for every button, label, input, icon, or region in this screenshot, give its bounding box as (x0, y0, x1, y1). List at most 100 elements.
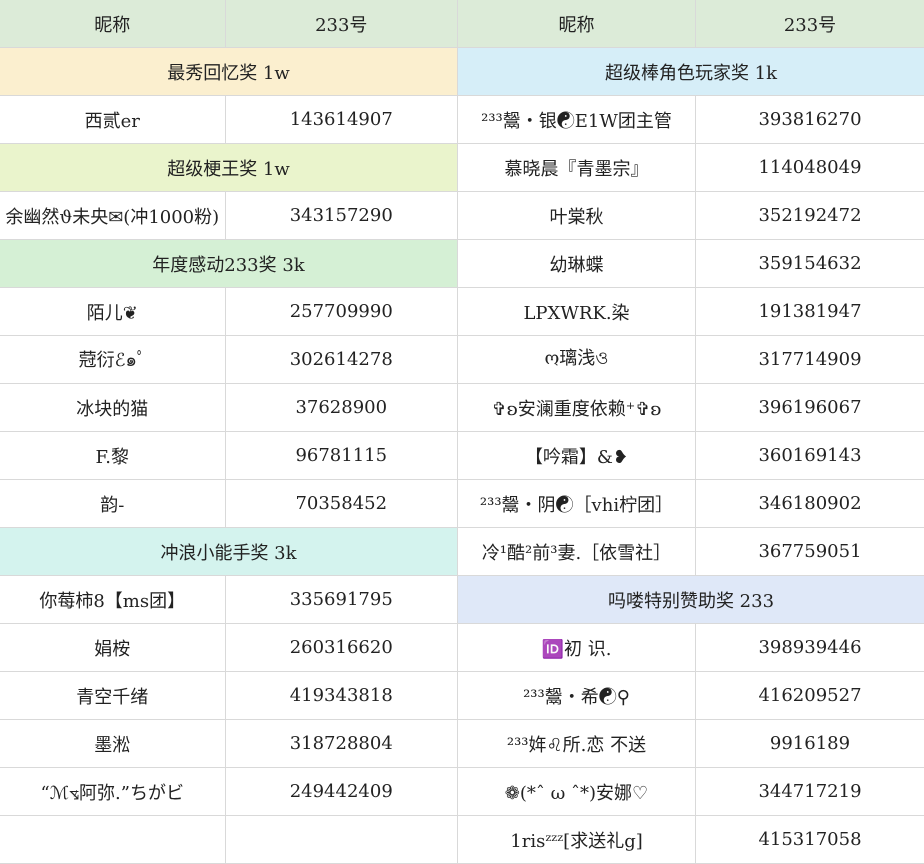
table-row: 你莓柿8【ms团】 335691795 (0, 576, 457, 624)
nickname-cell[interactable]: LPXWRK.染 (458, 288, 696, 335)
award-title[interactable]: 吗喽特别赞助奖 233 (458, 576, 924, 623)
id-cell[interactable]: 360169143 (696, 432, 924, 479)
table-row: 【吟霜】&❥ 360169143 (458, 432, 924, 480)
award-row: 吗喽特别赞助奖 233 (458, 576, 924, 624)
award-title[interactable]: 年度感动233奖 3k (0, 240, 457, 287)
nickname-cell[interactable]: 冰块的猫 (0, 384, 226, 431)
nickname-cell[interactable]: 陌儿❦ (0, 288, 226, 335)
nickname-cell[interactable]: “ℳ⦪阿弥.”ちがビ (0, 768, 226, 815)
table-row (0, 816, 457, 864)
nickname-cell[interactable]: 幼琳蝶 (458, 240, 696, 287)
id-cell[interactable]: 257709990 (226, 288, 458, 335)
right-header-row: 昵称 233号 (458, 0, 924, 48)
nickname-cell[interactable]: ²³³姩♌︎所.恋 不送 (458, 720, 696, 767)
id-cell[interactable]: 9916189 (696, 720, 924, 767)
nickname-cell[interactable]: ❁(*ˆ ω ˆ*)安娜♡ (458, 768, 696, 815)
nickname-cell[interactable]: 蒄衍ℰ๑ﾟ (0, 336, 226, 383)
nickname-cell[interactable]: 娟桉 (0, 624, 226, 671)
table-row: 余幽然ϑ未央✉(冲1000粉) 343157290 (0, 192, 457, 240)
table-row: 幼琳蝶 359154632 (458, 240, 924, 288)
nickname-cell[interactable]: 西贰er (0, 96, 226, 143)
table-row: ❁(*ˆ ω ˆ*)安娜♡ 344717219 (458, 768, 924, 816)
table-row: 🆔初 识. 398939446 (458, 624, 924, 672)
table-row: 1risᶻᶻᶻ[求送礼g] 415317058 (458, 816, 924, 864)
nickname-cell[interactable]: 韵- (0, 480, 226, 527)
id-cell[interactable]: 396196067 (696, 384, 924, 431)
nickname-cell[interactable]: 青空千绪 (0, 672, 226, 719)
id-cell[interactable]: 398939446 (696, 624, 924, 671)
nickname-cell[interactable]: 【吟霜】&❥ (458, 432, 696, 479)
nickname-cell[interactable]: 余幽然ϑ未央✉(冲1000粉) (0, 192, 226, 239)
id-cell[interactable]: 419343818 (226, 672, 458, 719)
table-row: 冰块的猫 37628900 (0, 384, 457, 432)
left-column: 昵称 233号 最秀回忆奖 1w 西贰er 143614907 超级梗王奖 1w 余幽然… (0, 0, 458, 864)
id-cell[interactable]: 260316620 (226, 624, 458, 671)
nickname-cell[interactable]: ო璃浅ও (458, 336, 696, 383)
table-row: 青空千绪 419343818 (0, 672, 457, 720)
table-row: 娟桉 260316620 (0, 624, 457, 672)
table-row: 墨淞 318728804 (0, 720, 457, 768)
table-row: ✞ʚ安澜重度依赖⁺✞ʚ 396196067 (458, 384, 924, 432)
nickname-cell[interactable]: 你莓柿8【ms团】 (0, 576, 226, 623)
nickname-header[interactable]: 昵称 (458, 0, 696, 47)
nickname-header[interactable]: 昵称 (0, 0, 226, 47)
id-cell[interactable]: 415317058 (696, 816, 924, 863)
id-cell[interactable]: 249442409 (226, 768, 458, 815)
id-cell[interactable]: 317714909 (696, 336, 924, 383)
id-cell[interactable] (226, 816, 458, 863)
left-header-row: 昵称 233号 (0, 0, 457, 48)
id-cell[interactable]: 344717219 (696, 768, 924, 815)
nickname-cell[interactable]: ✞ʚ安澜重度依赖⁺✞ʚ (458, 384, 696, 431)
award-row: 年度感动233奖 3k (0, 240, 457, 288)
nickname-cell[interactable]: 墨淞 (0, 720, 226, 767)
id-cell[interactable]: 302614278 (226, 336, 458, 383)
nickname-cell[interactable]: 1risᶻᶻᶻ[求送礼g] (458, 816, 696, 863)
nickname-cell[interactable] (0, 816, 226, 863)
nickname-cell[interactable]: 叶棠秋 (458, 192, 696, 239)
nickname-cell[interactable]: 冷¹酷²前³妻.［依雪社］ (458, 528, 696, 575)
award-title[interactable]: 最秀回忆奖 1w (0, 48, 457, 95)
id-header[interactable]: 233号 (696, 0, 924, 47)
nickname-cell[interactable]: ²³³鬶・阴☯［vhi柠团］ (458, 480, 696, 527)
table-row: 西贰er 143614907 (0, 96, 457, 144)
award-title[interactable]: 超级棒角色玩家奖 1k (458, 48, 924, 95)
nickname-cell[interactable]: 慕晓晨『青墨宗』 (458, 144, 696, 191)
table-row: “ℳ⦪阿弥.”ちがビ 249442409 (0, 768, 457, 816)
nickname-cell[interactable]: F.黎 (0, 432, 226, 479)
id-cell[interactable]: 416209527 (696, 672, 924, 719)
award-row: 冲浪小能手奖 3k (0, 528, 457, 576)
table-row: 慕晓晨『青墨宗』 114048049 (458, 144, 924, 192)
id-cell[interactable]: 191381947 (696, 288, 924, 335)
id-cell[interactable]: 318728804 (226, 720, 458, 767)
id-cell[interactable]: 393816270 (696, 96, 924, 143)
table-row: 叶棠秋 352192472 (458, 192, 924, 240)
table-row: F.黎 96781115 (0, 432, 457, 480)
table-row: ²³³姩♌︎所.恋 不送 9916189 (458, 720, 924, 768)
award-row: 最秀回忆奖 1w (0, 48, 457, 96)
id-cell[interactable]: 367759051 (696, 528, 924, 575)
nickname-cell[interactable]: 🆔初 识. (458, 624, 696, 671)
id-cell[interactable]: 114048049 (696, 144, 924, 191)
award-title[interactable]: 超级梗王奖 1w (0, 144, 457, 191)
nickname-cell[interactable]: ²³³鬶・希☯⚲ (458, 672, 696, 719)
id-cell[interactable]: 70358452 (226, 480, 458, 527)
id-cell[interactable]: 143614907 (226, 96, 458, 143)
table-row: 韵- 70358452 (0, 480, 457, 528)
table-row: 冷¹酷²前³妻.［依雪社］ 367759051 (458, 528, 924, 576)
award-row: 超级梗王奖 1w (0, 144, 457, 192)
id-cell[interactable]: 359154632 (696, 240, 924, 287)
right-column: 昵称 233号 超级棒角色玩家奖 1k ²³³鬶・银☯E1W团主管 39381627… (458, 0, 924, 864)
id-cell[interactable]: 343157290 (226, 192, 458, 239)
id-header[interactable]: 233号 (225, 0, 457, 47)
nickname-cell[interactable]: ²³³鬶・银☯E1W团主管 (458, 96, 696, 143)
awards-sheet: 昵称 233号 最秀回忆奖 1w 西贰er 143614907 超级梗王奖 1w 余幽然… (0, 0, 924, 864)
award-title[interactable]: 冲浪小能手奖 3k (0, 528, 457, 575)
award-row: 超级棒角色玩家奖 1k (458, 48, 924, 96)
id-cell[interactable]: 352192472 (696, 192, 924, 239)
id-cell[interactable]: 37628900 (226, 384, 458, 431)
id-cell[interactable]: 335691795 (226, 576, 458, 623)
id-cell[interactable]: 346180902 (696, 480, 924, 527)
table-row: ო璃浅ও 317714909 (458, 336, 924, 384)
table-row: ²³³鬶・银☯E1W团主管 393816270 (458, 96, 924, 144)
id-cell[interactable]: 96781115 (226, 432, 458, 479)
